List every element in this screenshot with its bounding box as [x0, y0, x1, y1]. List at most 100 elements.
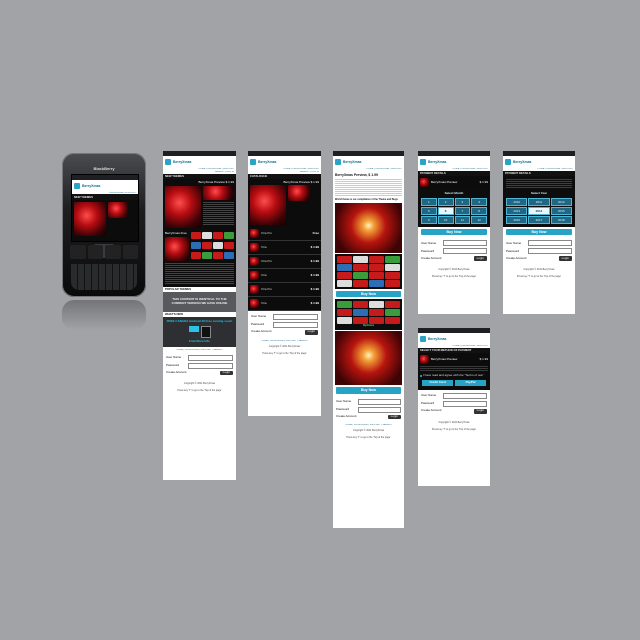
password-input[interactable] — [188, 362, 233, 369]
year-cell[interactable]: 2014 — [528, 207, 550, 216]
list-item[interactable]: Xtra $ 1.99 — [248, 297, 321, 311]
username-input[interactable] — [358, 398, 401, 405]
month-cell[interactable]: 2 — [437, 198, 454, 207]
month-cell[interactable]: 12 — [471, 216, 487, 225]
radio-icon — [420, 375, 422, 378]
year-cell[interactable]: 2015 — [550, 207, 572, 216]
terms-option[interactable]: I have read and agree with the "Terms of… — [420, 374, 488, 378]
list-item[interactable]: Xtra $ 1.99 — [248, 241, 321, 255]
product-title: BerryXmas Preview — [431, 179, 458, 184]
year-cell[interactable]: 2010 — [506, 198, 528, 207]
password-input[interactable] — [443, 248, 487, 255]
free-theme[interactable]: BerryXmas Free — [163, 229, 236, 287]
payment-instructions — [506, 179, 572, 190]
promo-block[interactable]: FREE CANADA Android 40 Free coming soon!… — [163, 317, 236, 347]
product-title: BerryXmas Preview, $ 1.99 — [335, 172, 378, 177]
payment-product: BerryXmas Preview $ 1.99 — [418, 176, 490, 190]
site-logo[interactable]: BerryXmas — [503, 156, 575, 168]
year-cell[interactable]: 2017 — [528, 216, 550, 225]
screenshot-tree-2 — [335, 331, 402, 386]
site-logo[interactable]: BerryXmas — [248, 156, 321, 168]
year-cell[interactable]: 2012 — [550, 198, 572, 207]
list-item[interactable]: Xtra Pro $ 1.99 — [248, 255, 321, 269]
product-price: $ 1.99 — [225, 180, 234, 185]
site-logo[interactable]: BerryXmas — [333, 156, 404, 168]
month-cell[interactable]: 5 — [421, 207, 437, 216]
year-cell[interactable]: 2011 — [528, 198, 550, 207]
password-input[interactable] — [528, 248, 572, 255]
screenshot-icons-1 — [335, 254, 402, 290]
username-input[interactable] — [528, 240, 572, 247]
month-cell[interactable]: 8 — [471, 207, 487, 216]
site-logo[interactable]: BerryXmas — [163, 156, 236, 168]
buy-now-button[interactable]: Buy Now — [506, 229, 572, 236]
phone-keyboard — [71, 264, 137, 290]
catalogue-list: Xtra Pro Free Xtra $ 1.99 Xtra Pro $ 1.99 X… — [248, 226, 321, 311]
site-logo[interactable]: BerryXmas — [418, 156, 490, 168]
promo-price-badge — [188, 325, 199, 332]
copyright: Copyright © 2011 BerryXmas — [438, 420, 470, 424]
logo-icon — [335, 159, 341, 165]
product-title: BerryXmas Preview — [431, 356, 458, 361]
payment-info-text — [420, 366, 488, 373]
logo-icon — [250, 159, 256, 165]
free-theme-image — [165, 236, 189, 261]
login-button[interactable]: Login — [473, 256, 487, 262]
create-account-link[interactable]: Create Account — [506, 256, 527, 261]
promo-find-more[interactable]: Find More Info — [166, 339, 233, 344]
login-button[interactable]: Login — [473, 409, 487, 414]
username-input[interactable] — [443, 392, 487, 399]
password-input[interactable] — [273, 321, 318, 328]
login-button[interactable]: Login — [387, 414, 401, 420]
footer-hint: Press key 'T' to go to the 'Top of the p… — [431, 275, 477, 279]
create-account-link[interactable]: Create Account — [336, 414, 357, 419]
terms-label: I have read and agree with the "Terms of… — [423, 373, 484, 378]
buy-now-button[interactable]: Buy Now — [336, 291, 401, 298]
month-cell[interactable]: 4 — [471, 198, 487, 207]
credit-card-button[interactable]: Credit Card — [422, 380, 453, 386]
month-cell[interactable]: 10 — [437, 216, 454, 225]
month-cell[interactable]: 6 — [437, 207, 454, 216]
copyright: Copyright © 2011 BerryXmas — [523, 268, 555, 272]
product-subtitle: World theme is our compilation of the Th… — [335, 198, 398, 202]
featured-theme[interactable]: BerryXmas Preview $ 1.99 — [248, 179, 321, 227]
year-cell[interactable]: 2013 — [506, 207, 528, 216]
month-cell[interactable]: 7 — [454, 207, 471, 216]
password-input[interactable] — [443, 400, 487, 407]
login-button[interactable]: Login — [219, 370, 233, 376]
login-form: User Name Password Create Account Login — [503, 237, 575, 266]
year-cell[interactable]: 2018 — [550, 216, 572, 225]
list-item[interactable]: Xtra Pro Free — [248, 227, 321, 241]
username-label: User Name — [336, 398, 352, 403]
login-button[interactable]: Login — [558, 256, 572, 262]
username-input[interactable] — [188, 354, 233, 361]
buy-now-button-2[interactable]: Buy Now — [336, 387, 401, 394]
buy-now-button[interactable]: Buy Now — [421, 229, 487, 236]
username-label: User Name — [251, 314, 267, 319]
username-input[interactable] — [443, 240, 487, 247]
month-grid: 1 2 3 4 5 6 7 8 9 10 11 12 — [421, 198, 487, 225]
create-account-link[interactable]: Create Account — [421, 256, 442, 261]
create-account-link[interactable]: Create Account — [421, 409, 442, 413]
list-item[interactable]: Xtra Pro $ 1.99 — [248, 283, 321, 297]
year-cell[interactable]: 2016 — [506, 216, 528, 225]
month-cell[interactable]: 3 — [454, 198, 471, 207]
login-form: User Name Password Create Account Login — [418, 237, 490, 266]
password-input[interactable] — [358, 406, 401, 413]
month-cell[interactable]: 1 — [421, 198, 437, 207]
featured-theme[interactable]: BerryXmas Preview $ 1.99 — [163, 179, 236, 230]
login-button[interactable]: Login — [304, 330, 318, 335]
paypal-button[interactable]: PayPal — [455, 380, 486, 386]
month-cell[interactable]: 11 — [454, 216, 471, 225]
list-item[interactable]: Xtra $ 1.99 — [248, 269, 321, 283]
product-description — [335, 179, 402, 198]
logo-icon — [420, 159, 426, 165]
site-logo[interactable]: BerryXmas — [418, 333, 490, 345]
month-cell[interactable]: 9 — [421, 216, 437, 225]
create-account-link[interactable]: Create Account — [166, 370, 187, 375]
create-account-link[interactable]: Create Account — [251, 330, 272, 334]
phone-screen: BerryXmas CATALOGUE | ACCOUNT NEW THEMES — [71, 174, 139, 242]
username-input[interactable] — [273, 313, 318, 320]
screenshot-tree — [335, 203, 402, 254]
password-label: Password — [336, 406, 350, 411]
